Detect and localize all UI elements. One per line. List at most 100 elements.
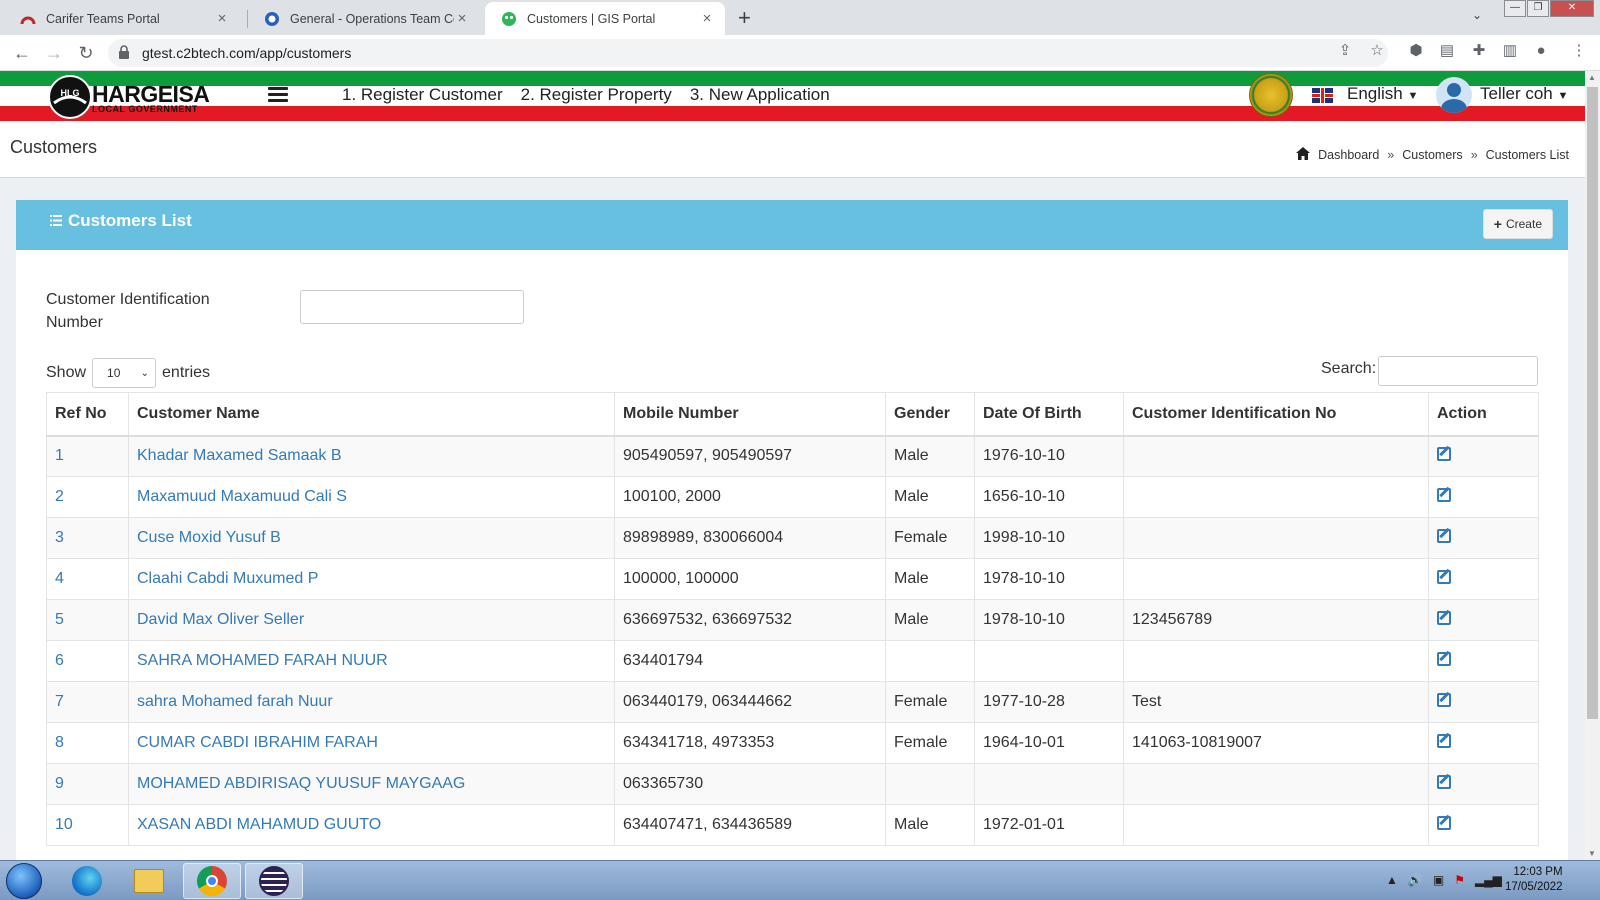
customer-name-link[interactable]: sahra Mohamed farah Nuur — [128, 681, 615, 723]
ref-link[interactable]: 3 — [46, 517, 129, 559]
ref-link[interactable]: 1 — [46, 435, 129, 477]
reload-icon[interactable]: ↻ — [74, 41, 98, 65]
edit-icon[interactable] — [1437, 487, 1451, 502]
table-row: 4 Claahi Cabdi Muxumed P 100000, 100000 … — [46, 558, 1539, 600]
profile-icon[interactable]: ● — [1532, 41, 1550, 59]
scrollbar-thumb[interactable] — [1587, 87, 1598, 719]
start-button-icon[interactable] — [6, 863, 42, 899]
edit-icon[interactable] — [1437, 692, 1451, 707]
close-window-icon[interactable]: ✕ — [1550, 0, 1594, 17]
customer-name-link[interactable]: Claahi Cabdi Muxumed P — [128, 558, 615, 600]
taskbar-edge[interactable] — [58, 863, 116, 899]
browser-tab-customers[interactable]: Customers | GIS Portal × — [485, 2, 725, 35]
extension-doc-icon[interactable]: ▤ — [1438, 41, 1456, 59]
nav-register-property[interactable]: 2. Register Property — [521, 85, 672, 105]
gender-cell: Male — [885, 558, 975, 600]
lock-icon[interactable] — [118, 45, 130, 64]
side-panel-icon[interactable]: ▥ — [1501, 41, 1519, 59]
clock[interactable]: 12:03 PM 17/05/2022 — [1505, 865, 1563, 895]
customer-name-link[interactable]: MOHAMED ABDIRISAQ YUUSUF MAYGAAG — [128, 763, 615, 805]
col-ref-no[interactable]: Ref No — [46, 392, 129, 437]
table-header-row: Ref No Customer Name Mobile Number Gende… — [46, 392, 1539, 437]
ref-link[interactable]: 2 — [46, 476, 129, 518]
hargeisa-logo[interactable]: HLG — [48, 75, 92, 119]
menu-toggle-icon[interactable] — [268, 87, 288, 105]
dob-cell — [974, 640, 1124, 682]
restore-window-icon[interactable]: ❐ — [1527, 0, 1549, 17]
url-text[interactable]: gtest.c2btech.com/app/customers — [142, 45, 351, 61]
edit-icon[interactable] — [1437, 815, 1451, 830]
tab-title: General - Operations Team Colla — [290, 11, 454, 26]
device-icon[interactable]: ▣ — [1433, 873, 1444, 887]
close-tab-icon[interactable]: × — [699, 10, 715, 27]
taskbar-chrome[interactable] — [183, 863, 241, 899]
taskbar-explorer[interactable] — [120, 863, 178, 899]
scroll-up-arrow-icon[interactable]: ▲ — [1588, 73, 1596, 82]
bookmark-star-icon[interactable]: ☆ — [1368, 41, 1386, 59]
page-scrollbar[interactable]: ▲ ▼ — [1585, 71, 1600, 860]
col-mobile-number[interactable]: Mobile Number — [614, 392, 886, 437]
action-cell — [1428, 476, 1539, 518]
customer-id-filter-input[interactable] — [300, 290, 524, 324]
taskbar-eclipse[interactable] — [245, 863, 303, 899]
address-bar[interactable]: gtest.c2btech.com/app/customers — [108, 39, 1388, 67]
tray-expand-icon[interactable]: ▲ — [1386, 873, 1398, 887]
forward-arrow-icon[interactable]: → — [42, 41, 66, 65]
nav-register-customer[interactable]: 1. Register Customer — [342, 85, 503, 105]
share-icon[interactable]: ⇪ — [1336, 41, 1354, 59]
gender-cell — [885, 640, 975, 682]
col-customer-name[interactable]: Customer Name — [128, 392, 615, 437]
customer-name-link[interactable]: Maxamuud Maxamuud Cali S — [128, 476, 615, 518]
scroll-down-arrow-icon[interactable]: ▼ — [1588, 849, 1596, 858]
user-menu[interactable]: Teller coh ▼ — [1480, 84, 1568, 104]
ref-link[interactable]: 7 — [46, 681, 129, 723]
edit-icon[interactable] — [1437, 446, 1451, 461]
customer-name-link[interactable]: XASAN ABDI MAHAMUD GUUTO — [128, 804, 615, 846]
ref-link[interactable]: 6 — [46, 640, 129, 682]
edit-icon[interactable] — [1437, 528, 1451, 543]
edit-icon[interactable] — [1437, 610, 1451, 625]
browser-menu-icon[interactable]: ⋮ — [1570, 41, 1588, 59]
close-tab-icon[interactable]: × — [454, 10, 470, 27]
customer-name-link[interactable]: CUMAR CABDI IBRAHIM FARAH — [128, 722, 615, 764]
entries-select[interactable]: 10 ⌄ — [92, 358, 157, 388]
ref-link[interactable]: 5 — [46, 599, 129, 641]
new-tab-button[interactable]: + — [738, 5, 751, 31]
ref-link[interactable]: 9 — [46, 763, 129, 805]
show-label: Show — [46, 364, 87, 381]
edit-icon[interactable] — [1437, 733, 1451, 748]
edit-icon[interactable] — [1437, 774, 1451, 789]
nav-new-application[interactable]: 3. New Application — [690, 85, 830, 105]
create-button[interactable]: + Create — [1482, 209, 1553, 239]
customer-name-link[interactable]: David Max Oliver Seller — [128, 599, 615, 641]
cid-cell — [1123, 640, 1429, 682]
customer-name-link[interactable]: Khadar Maxamed Samaak B — [128, 435, 615, 477]
customer-name-link[interactable]: SAHRA MOHAMED FARAH NUUR — [128, 640, 615, 682]
breadcrumb-customers[interactable]: Customers — [1402, 148, 1462, 162]
col-gender[interactable]: Gender — [885, 392, 975, 437]
extensions-puzzle-icon[interactable]: ✚ — [1470, 41, 1488, 59]
col-date-of-birth[interactable]: Date Of Birth — [974, 392, 1124, 437]
flag-tray-icon[interactable]: ⚑ — [1454, 873, 1465, 887]
browser-tab-general[interactable]: General - Operations Team Colla × — [248, 2, 480, 35]
edit-icon[interactable] — [1437, 569, 1451, 584]
user-avatar[interactable] — [1436, 77, 1472, 113]
ref-link[interactable]: 10 — [46, 804, 129, 846]
breadcrumb-dashboard[interactable]: Dashboard — [1318, 148, 1379, 162]
search-input[interactable] — [1378, 356, 1538, 386]
customer-name-link[interactable]: Cuse Moxid Yusuf B — [128, 517, 615, 559]
network-icon[interactable]: ▂▄▆ — [1475, 873, 1502, 887]
ref-link[interactable]: 4 — [46, 558, 129, 600]
minimize-window-icon[interactable]: — — [1504, 0, 1526, 17]
volume-icon[interactable]: 🔊 — [1408, 873, 1423, 887]
edit-icon[interactable] — [1437, 651, 1451, 666]
extension-shield-icon[interactable]: ⬢ — [1407, 41, 1425, 59]
dob-cell: 1977-10-28 — [974, 681, 1124, 723]
tab-search-chevron-icon[interactable]: ⌄ — [1472, 8, 1482, 22]
close-tab-icon[interactable]: × — [214, 10, 230, 27]
col-customer-id-no[interactable]: Customer Identification No — [1123, 392, 1429, 437]
ref-link[interactable]: 8 — [46, 722, 129, 764]
language-dropdown[interactable]: English ▼ — [1347, 84, 1418, 104]
browser-tab-teams[interactable]: Carifer Teams Portal × — [4, 2, 240, 35]
back-arrow-icon[interactable]: ← — [10, 41, 34, 65]
